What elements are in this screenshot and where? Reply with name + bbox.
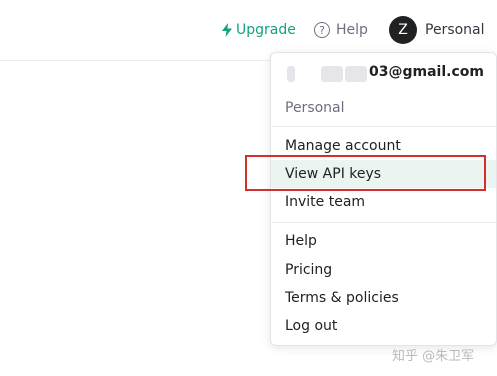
- menu-item-invite-team[interactable]: Invite team: [271, 188, 496, 216]
- upgrade-link[interactable]: Upgrade: [221, 20, 296, 40]
- profile-menu-button[interactable]: Z Personal: [389, 16, 485, 44]
- account-email: 03@gmail.com: [285, 64, 485, 84]
- menu-item-terms-policies[interactable]: Terms & policies: [271, 284, 496, 312]
- watermark: 知乎 @朱卫军: [392, 349, 475, 364]
- help-label: Help: [336, 22, 368, 38]
- profile-label: Personal: [425, 22, 485, 38]
- lightning-icon: [222, 23, 232, 37]
- question-circle-icon: ?: [314, 22, 330, 38]
- avatar: Z: [389, 16, 417, 44]
- menu-divider: [271, 126, 496, 127]
- help-link[interactable]: ? Help: [314, 20, 368, 40]
- menu-divider: [271, 222, 496, 223]
- redacted-email-part: [321, 66, 343, 82]
- redacted-email-part: [345, 66, 367, 82]
- account-email-text: 03@gmail.com: [369, 64, 484, 80]
- redacted-email-part: [287, 66, 295, 82]
- annotation-highlight-box: [245, 155, 486, 191]
- organization-label: Personal: [285, 100, 345, 116]
- menu-item-pricing[interactable]: Pricing: [271, 256, 496, 284]
- profile-dropdown-menu: 03@gmail.com Personal Manage account Vie…: [270, 52, 497, 346]
- upgrade-label: Upgrade: [236, 22, 296, 38]
- menu-item-log-out[interactable]: Log out: [271, 312, 496, 340]
- menu-item-help[interactable]: Help: [271, 227, 496, 255]
